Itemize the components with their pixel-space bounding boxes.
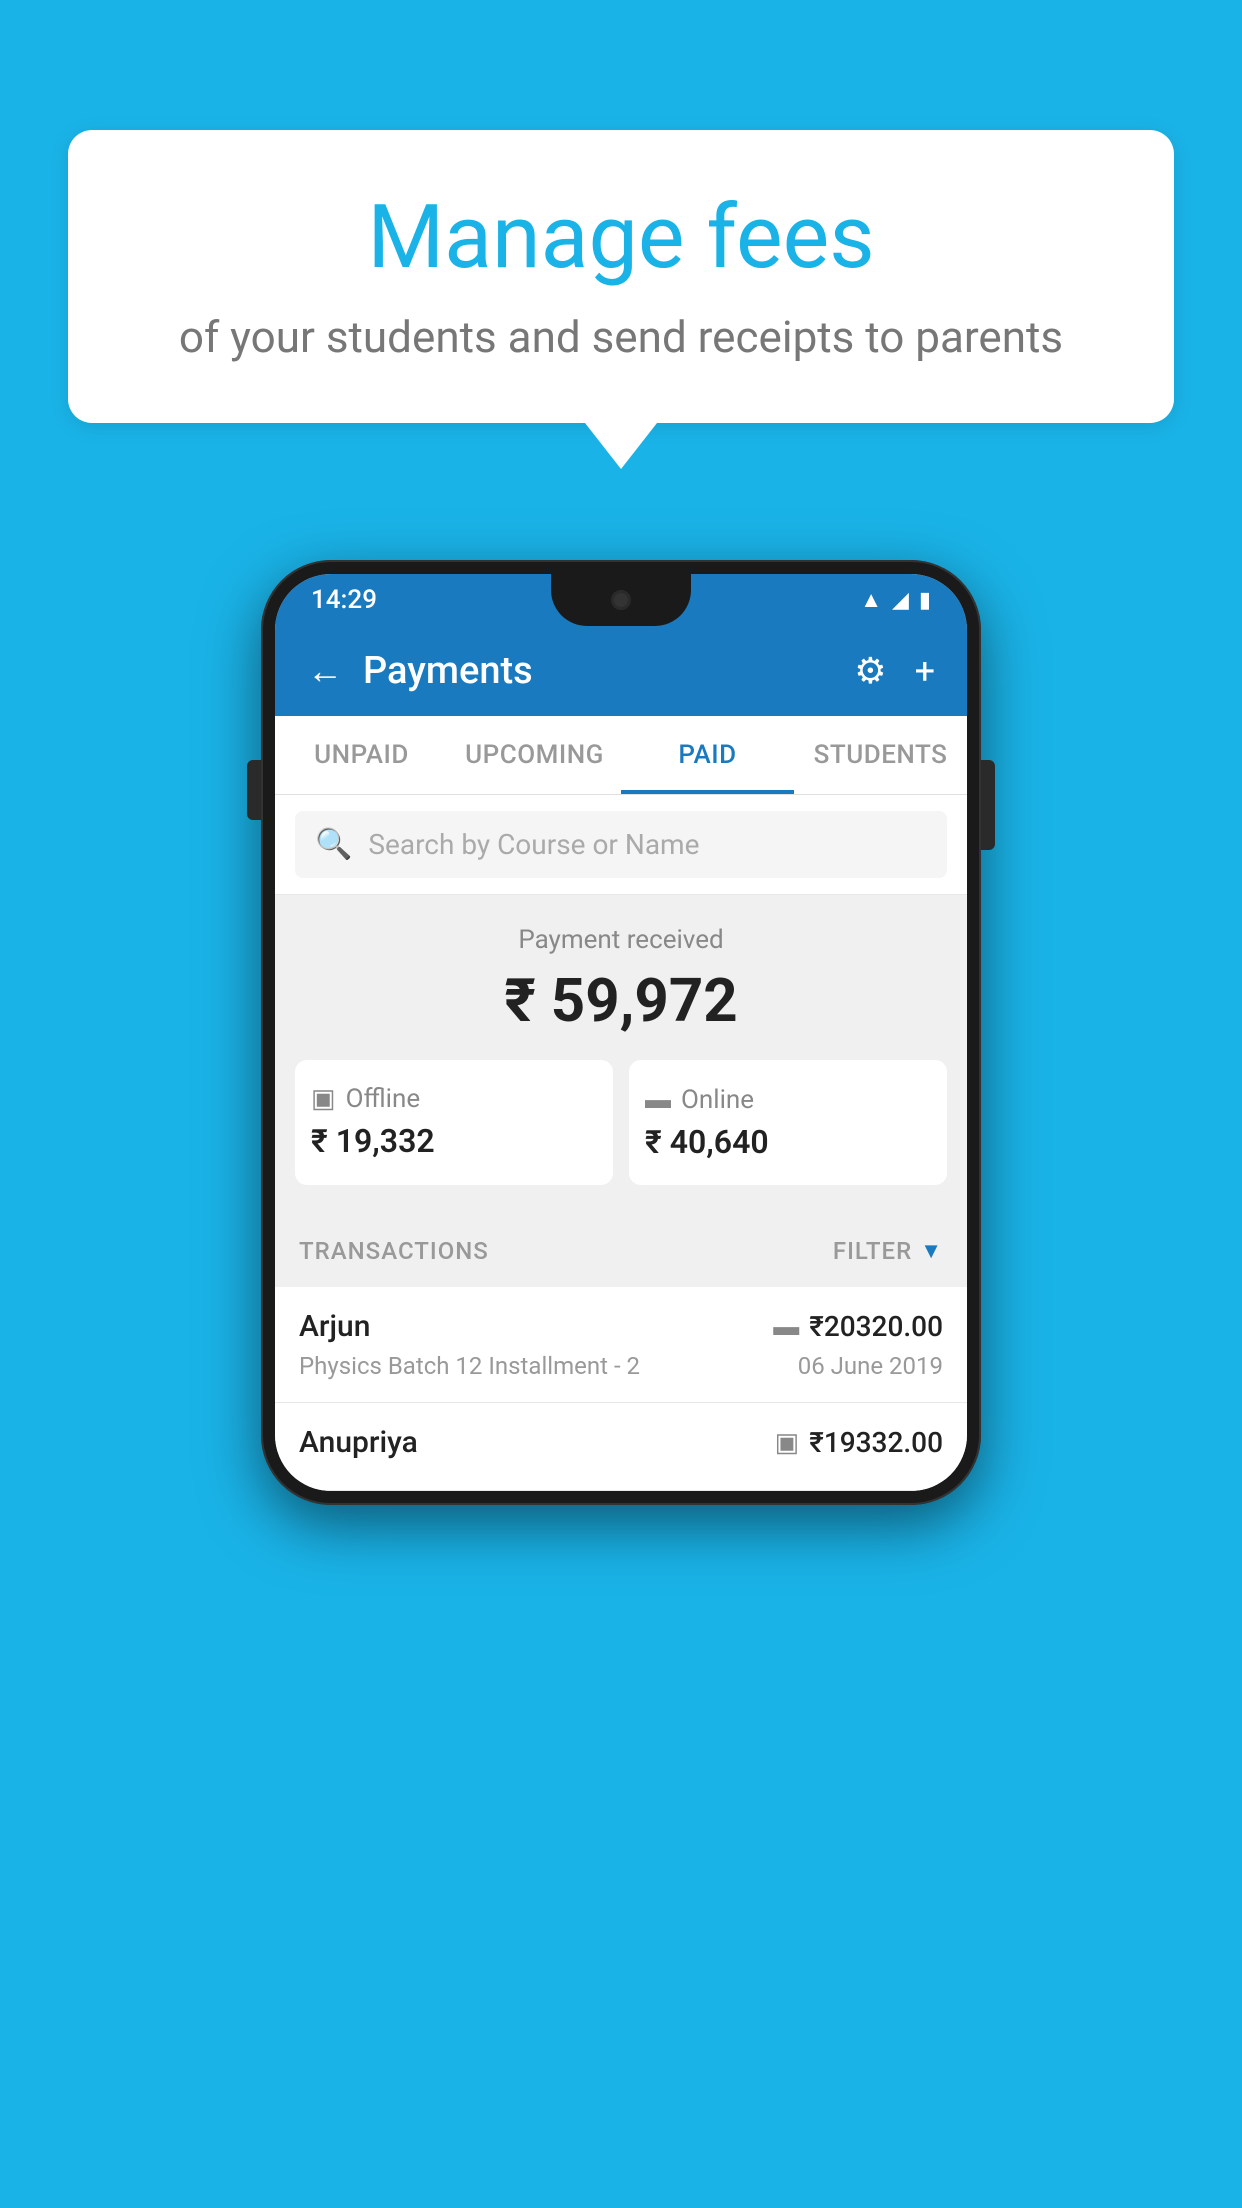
speech-bubble-tail	[585, 423, 657, 469]
transaction-name-anupriya: Anupriya	[299, 1425, 418, 1460]
header-left: ← Payments	[307, 649, 533, 693]
tabs-container: UNPAID UPCOMING PAID STUDENTS	[275, 716, 967, 795]
wifi-icon: ▲	[860, 587, 882, 613]
status-time: 14:29	[311, 585, 377, 615]
signal-icon: ◢	[892, 588, 909, 613]
offline-amount: ₹ 19,332	[311, 1122, 435, 1160]
transaction-row1-anupriya: Anupriya ▣ ₹19332.00	[299, 1425, 943, 1460]
filter-button[interactable]: FILTER ▼	[833, 1237, 943, 1265]
transaction-amount-arjun: ₹20320.00	[809, 1310, 943, 1343]
transaction-amount-row-anupriya: ▣ ₹19332.00	[775, 1426, 943, 1459]
payment-total-amount: ₹ 59,972	[295, 965, 947, 1036]
search-container: 🔍 Search by Course or Name	[275, 795, 967, 895]
payment-cards: ▣ Offline ₹ 19,332 ▬ Online ₹ 40,640	[295, 1060, 947, 1185]
offline-label: Offline	[346, 1084, 421, 1114]
online-payment-card: ▬ Online ₹ 40,640	[629, 1060, 947, 1185]
camera-dot	[611, 590, 631, 610]
filter-icon: ▼	[920, 1238, 943, 1264]
online-label: Online	[681, 1085, 754, 1115]
tab-paid[interactable]: PAID	[621, 716, 794, 794]
back-button[interactable]: ←	[307, 650, 343, 692]
search-icon: 🔍	[315, 827, 352, 862]
header-right: ⚙ +	[854, 650, 935, 692]
transaction-amount-anupriya: ₹19332.00	[809, 1426, 943, 1459]
transaction-amount-row: ▬ ₹20320.00	[773, 1310, 943, 1343]
transaction-date-arjun: 06 June 2019	[798, 1352, 943, 1380]
search-bar[interactable]: 🔍 Search by Course or Name	[295, 811, 947, 878]
speech-bubble: Manage fees of your students and send re…	[68, 130, 1174, 423]
payment-received-label: Payment received	[295, 925, 947, 955]
tab-students[interactable]: STUDENTS	[794, 716, 967, 794]
bubble-subtitle: of your students and send receipts to pa…	[148, 311, 1094, 363]
phone-screen: 14:29 ▲ ◢ ▮ ← Payments ⚙ +	[275, 574, 967, 1491]
status-icons: ▲ ◢ ▮	[860, 587, 931, 613]
online-amount: ₹ 40,640	[645, 1123, 769, 1161]
offline-card-header: ▣ Offline	[311, 1084, 420, 1114]
transaction-detail-arjun: Physics Batch 12 Installment - 2	[299, 1352, 640, 1380]
transaction-row2-arjun: Physics Batch 12 Installment - 2 06 June…	[299, 1352, 943, 1380]
gear-icon[interactable]: ⚙	[854, 650, 886, 692]
speech-bubble-section: Manage fees of your students and send re…	[68, 130, 1174, 469]
offline-payment-card: ▣ Offline ₹ 19,332	[295, 1060, 613, 1185]
payment-summary: Payment received ₹ 59,972 ▣ Offline ₹ 19…	[275, 895, 967, 1215]
battery-icon: ▮	[919, 588, 931, 613]
search-input[interactable]: Search by Course or Name	[368, 828, 699, 861]
tab-unpaid[interactable]: UNPAID	[275, 716, 448, 794]
transactions-header: TRANSACTIONS FILTER ▼	[275, 1215, 967, 1287]
transaction-item-anupriya[interactable]: Anupriya ▣ ₹19332.00	[275, 1403, 967, 1491]
phone-outer-shell: 14:29 ▲ ◢ ▮ ← Payments ⚙ +	[261, 560, 981, 1505]
phone-notch	[551, 574, 691, 626]
bubble-title: Manage fees	[148, 190, 1094, 287]
transaction-row1: Arjun ▬ ₹20320.00	[299, 1309, 943, 1344]
transaction-item-arjun[interactable]: Arjun ▬ ₹20320.00 Physics Batch 12 Insta…	[275, 1287, 967, 1403]
transaction-payment-type-icon-anupriya: ▣	[775, 1428, 800, 1458]
plus-icon[interactable]: +	[915, 650, 935, 692]
app-header: ← Payments ⚙ +	[275, 626, 967, 716]
transaction-payment-type-icon-arjun: ▬	[773, 1311, 799, 1342]
filter-text: FILTER	[833, 1237, 912, 1265]
header-title: Payments	[363, 649, 533, 693]
transaction-name-arjun: Arjun	[299, 1309, 370, 1344]
offline-payment-icon: ▣	[311, 1084, 336, 1114]
phone-device: 14:29 ▲ ◢ ▮ ← Payments ⚙ +	[261, 560, 981, 1505]
online-payment-icon: ▬	[645, 1084, 671, 1115]
transactions-label: TRANSACTIONS	[299, 1237, 489, 1265]
tab-upcoming[interactable]: UPCOMING	[448, 716, 621, 794]
online-card-header: ▬ Online	[645, 1084, 754, 1115]
